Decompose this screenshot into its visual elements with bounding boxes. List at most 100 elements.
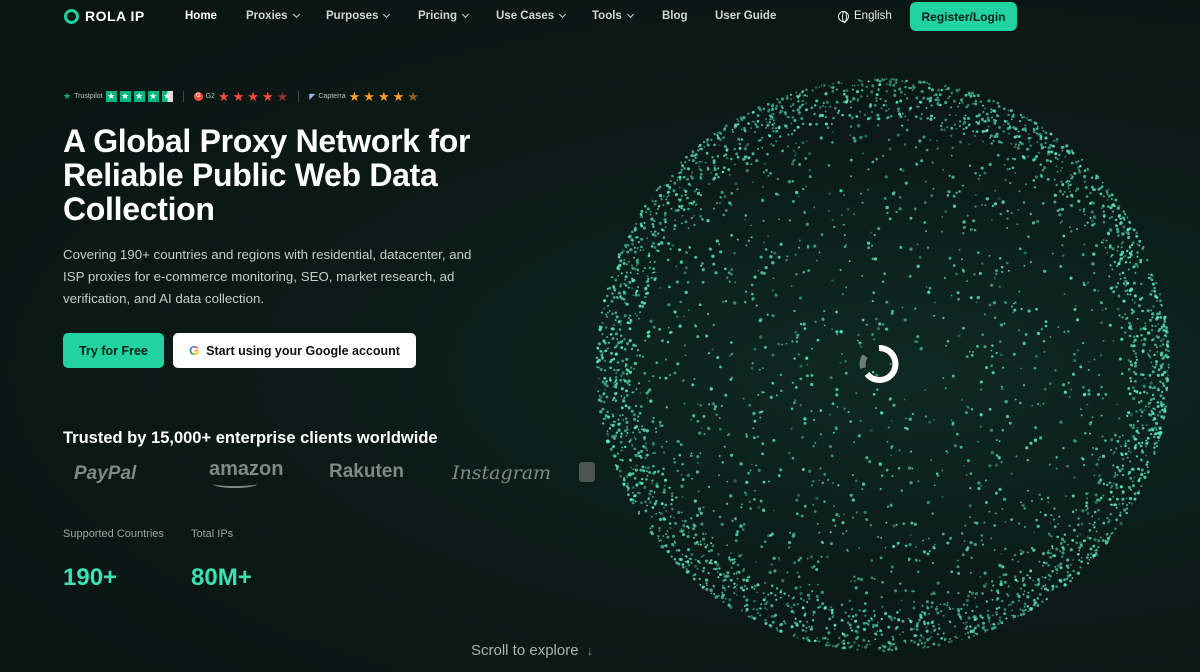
globe-particle — [936, 605, 938, 608]
logo[interactable]: ROLA IP — [64, 8, 145, 24]
globe-particle — [808, 597, 811, 600]
globe-particle — [637, 382, 641, 385]
globe-particle — [980, 117, 984, 121]
globe-particle — [867, 246, 871, 250]
globe-particle — [1135, 443, 1137, 446]
globe-particle — [976, 295, 980, 300]
globe-particle — [629, 271, 632, 274]
globe-particle — [1083, 180, 1087, 183]
globe-particle — [798, 296, 803, 300]
globe-particle — [753, 600, 756, 603]
globe-particle — [1143, 337, 1147, 341]
globe-particle — [601, 321, 604, 324]
globe-particle — [1088, 559, 1091, 561]
try-for-free-button[interactable]: Try for Free — [63, 333, 164, 368]
capterra-rating[interactable]: ◤ Capterra ★ ★ ★ ★ ★ — [309, 90, 419, 103]
globe-particle — [1146, 460, 1149, 464]
globe-particle — [918, 618, 921, 622]
globe-particle — [783, 592, 786, 595]
globe-particle — [929, 99, 933, 103]
nav-item-home[interactable]: Home — [185, 10, 246, 22]
nav-item-purposes[interactable]: Purposes — [326, 10, 418, 22]
globe-particle — [824, 122, 828, 126]
globe-particle — [637, 428, 640, 431]
trustpilot-rating[interactable]: ★ Trustpilot ★ ★ ★ ★ ★ — [63, 91, 173, 102]
globe-particle — [1029, 118, 1033, 122]
google-signup-button[interactable]: G Start using your Google account — [173, 333, 416, 368]
globe-particle — [812, 444, 815, 448]
globe-particle — [1097, 546, 1100, 549]
globe-particle — [1165, 386, 1169, 390]
nav-item-proxies[interactable]: Proxies — [246, 10, 326, 22]
globe-particle — [945, 603, 949, 607]
globe-particle — [1014, 172, 1017, 174]
globe-particle — [712, 323, 715, 327]
globe-particle — [873, 577, 876, 580]
globe-particle — [743, 129, 747, 133]
globe-particle — [863, 602, 867, 605]
star-icon: ★ — [247, 89, 259, 104]
nav-item-blog[interactable]: Blog — [662, 10, 715, 22]
globe-particle — [1076, 348, 1080, 352]
globe-particle — [1133, 335, 1136, 338]
globe-particle — [825, 100, 829, 104]
globe-particle — [721, 586, 725, 590]
globe-particle — [1047, 564, 1050, 567]
language-selector[interactable]: English — [838, 10, 892, 23]
nav-item-tools[interactable]: Tools — [592, 10, 662, 22]
globe-particle — [730, 453, 734, 457]
globe-particle — [841, 632, 844, 635]
g2-rating[interactable]: G G2 ★ ★ ★ ★ ★ — [193, 89, 288, 104]
globe-particle — [1093, 358, 1096, 361]
globe-particle — [967, 616, 971, 620]
globe-particle — [1027, 489, 1029, 492]
globe-particle — [1131, 425, 1135, 430]
globe-particle — [680, 528, 683, 530]
nav-item-pricing[interactable]: Pricing — [418, 10, 496, 22]
globe-particle — [849, 420, 852, 423]
globe-particle — [1055, 467, 1058, 470]
globe-particle — [1028, 141, 1030, 143]
globe-particle — [727, 271, 731, 275]
globe-particle — [983, 171, 987, 175]
globe-particle — [892, 403, 896, 407]
globe-particle — [810, 382, 814, 387]
globe-particle — [885, 521, 888, 524]
globe-particle — [683, 271, 687, 275]
globe-particle — [1114, 527, 1117, 530]
globe-particle — [711, 402, 715, 406]
globe-particle — [717, 176, 720, 179]
globe-particle — [666, 196, 668, 198]
globe-particle — [630, 466, 632, 469]
globe-particle — [651, 524, 654, 528]
globe-particle — [715, 239, 719, 243]
globe-particle — [957, 105, 960, 108]
globe-particle — [1019, 113, 1023, 117]
logo-mark-icon — [64, 8, 79, 24]
globe-particle — [903, 318, 907, 322]
register-login-button[interactable]: Register/Login — [910, 2, 1017, 31]
globe-particle — [759, 335, 763, 339]
globe-particle — [1146, 470, 1150, 474]
globe-particle — [983, 107, 987, 110]
globe-particle — [1097, 458, 1100, 461]
globe-particle — [1021, 128, 1025, 131]
scroll-hint[interactable]: Scroll to explore ↓ — [471, 642, 593, 659]
globe-particle — [795, 152, 797, 154]
globe-particle — [1161, 408, 1164, 412]
globe-particle — [1073, 359, 1077, 363]
globe-particle — [662, 467, 665, 470]
globe-particle — [681, 553, 684, 556]
globe-particle — [762, 598, 766, 602]
globe-particle — [632, 486, 635, 489]
globe-particle — [598, 394, 601, 397]
globe-particle — [845, 530, 848, 532]
globe-particle — [1126, 231, 1130, 236]
nav-item-user-guide[interactable]: User Guide — [715, 10, 795, 22]
globe-particle — [617, 428, 621, 432]
globe-particle — [969, 625, 972, 628]
globe-particle — [1128, 392, 1132, 396]
globe-particle — [833, 623, 837, 627]
globe-particle — [766, 600, 769, 604]
nav-item-use-cases[interactable]: Use Cases — [496, 10, 592, 22]
